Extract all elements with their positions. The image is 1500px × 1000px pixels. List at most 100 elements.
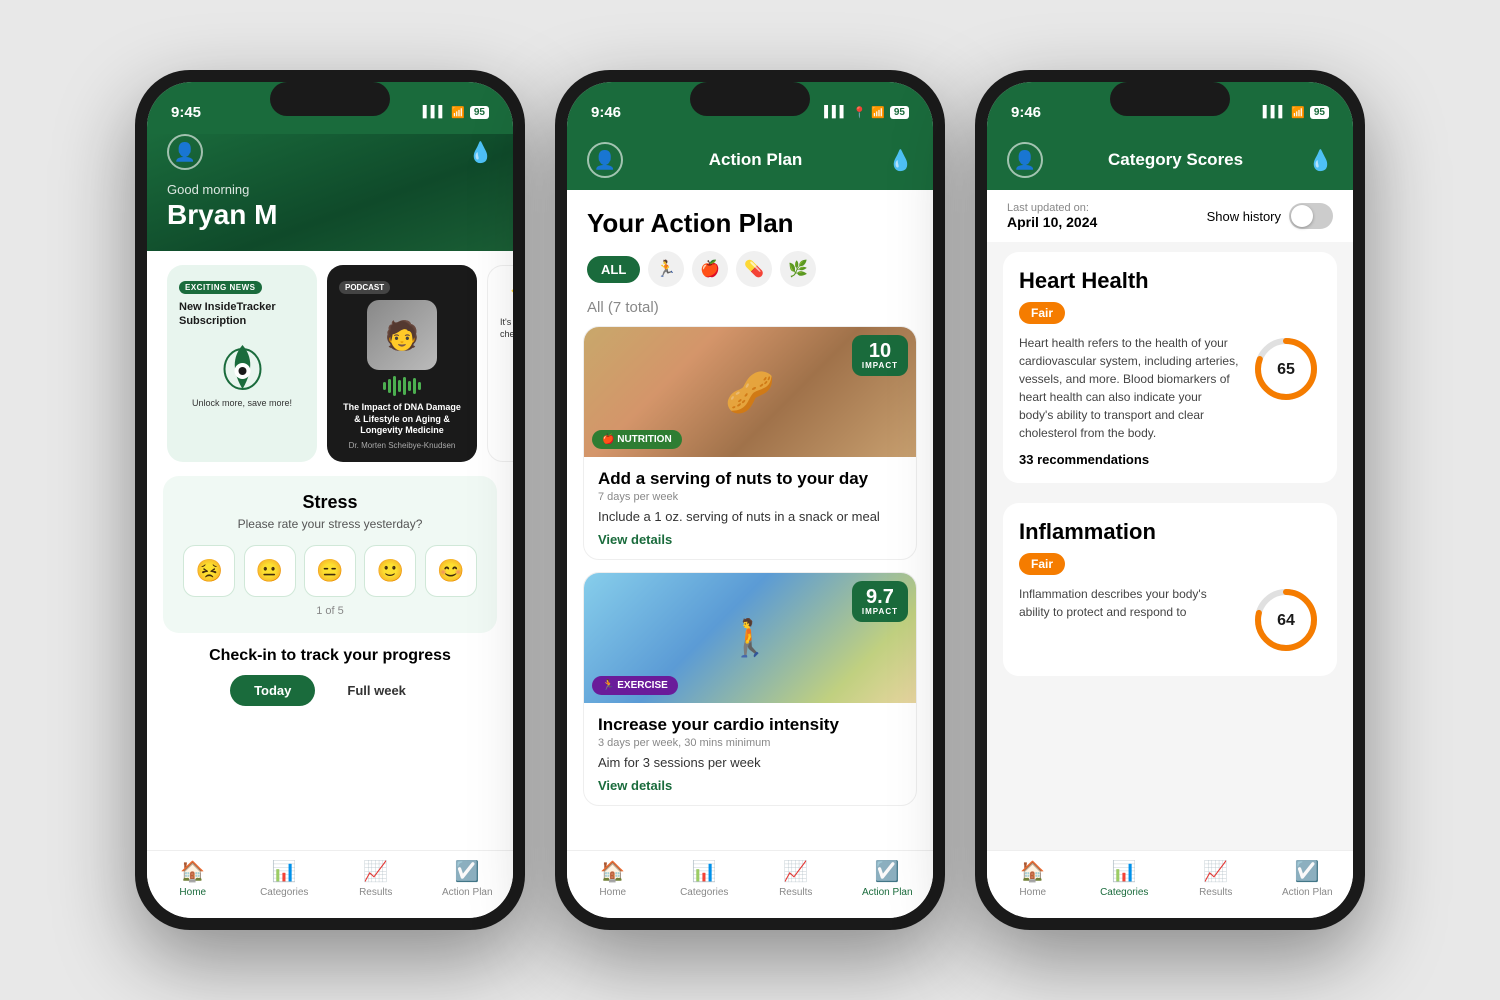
avatar-icon-2[interactable]: 👤	[587, 142, 623, 178]
inflammation-card[interactable]: Inflammation Fair Inflammation describes…	[1003, 503, 1337, 676]
nuts-impact-num: 10	[862, 341, 898, 361]
heart-health-body: Heart health refers to the health of you…	[1019, 334, 1321, 442]
checkin-tabs: Today Full week	[163, 675, 497, 706]
podcast-card[interactable]: PODCAST 🧑 The Impact of DNA Damag	[327, 265, 477, 462]
nuts-impact-label: IMPACT	[862, 361, 898, 370]
signal-icon: ▌▌▌	[423, 106, 446, 118]
filter-supplement-btn[interactable]: 💊	[736, 251, 772, 287]
nav-categories-2[interactable]: 📊 Categories	[674, 859, 734, 898]
nav-home-2[interactable]: 🏠 Home	[583, 859, 643, 898]
exercise-card-body: Increase your cardio intensity 3 days pe…	[584, 703, 916, 805]
action-nav-label-2: Action Plan	[862, 887, 913, 898]
nav-results-1[interactable]: 📈 Results	[346, 859, 406, 898]
heart-health-score-circle: 65	[1251, 334, 1321, 409]
category-scores-header: 👤 Category Scores 💧	[987, 134, 1353, 190]
action-nav-icon-2: ☑️	[875, 859, 900, 884]
status-time-1: 9:45	[171, 104, 201, 121]
history-label: Show history	[1207, 209, 1281, 224]
filter-all-btn[interactable]: ALL	[587, 256, 640, 283]
heart-health-badge: Fair	[1019, 302, 1065, 324]
nuts-card[interactable]: 🥜 10 IMPACT 🍎 NUTRITION Add a serving of…	[583, 326, 917, 560]
user-name: Bryan M	[167, 199, 493, 231]
home-nav-icon-2: 🏠	[600, 859, 625, 884]
exercise-card-title: Increase your cardio intensity	[598, 715, 902, 735]
inflammation-description: Inflammation describes your body's abili…	[1019, 585, 1239, 621]
bottom-nav-3: 🏠 Home 📊 Categories 📈 Results ☑️ Action …	[987, 850, 1353, 918]
results-nav-label-1: Results	[359, 887, 392, 898]
home-nav-label-1: Home	[179, 887, 206, 898]
filter-wellness-btn[interactable]: 🌿	[780, 251, 816, 287]
toggle-thumb	[1291, 205, 1313, 227]
checkin-today-tab[interactable]: Today	[230, 675, 315, 706]
status-time-2: 9:46	[591, 104, 621, 121]
nuts-category-badge: 🍎 NUTRITION	[592, 430, 682, 449]
results-nav-label-3: Results	[1199, 887, 1232, 898]
partial-card[interactable]: ⭐ It's nche...	[487, 265, 513, 462]
categories-nav-label-1: Categories	[260, 887, 308, 898]
nuts-impact-badge: 10 IMPACT	[852, 335, 908, 376]
phone2: 9:46 ▌▌▌ 📍 📶 95 👤 Action Plan 💧 Your Act…	[555, 70, 945, 930]
nav-action-1[interactable]: ☑️ Action Plan	[437, 859, 497, 898]
avatar-icon-3[interactable]: 👤	[1007, 142, 1043, 178]
nuts-card-title: Add a serving of nuts to your day	[598, 469, 902, 489]
drop-icon[interactable]: 💧	[468, 140, 493, 165]
nav-categories-1[interactable]: 📊 Categories	[254, 859, 314, 898]
inflammation-score-circle: 64	[1251, 585, 1321, 660]
exercise-view-details-link[interactable]: View details	[598, 778, 902, 793]
nuts-view-details-link[interactable]: View details	[598, 532, 902, 547]
wifi-icon-3: 📶	[1291, 106, 1305, 119]
inflammation-circle-svg: 64	[1251, 585, 1321, 655]
podcast-person-icon: 🧑	[385, 319, 420, 352]
nav-action-2[interactable]: ☑️ Action Plan	[857, 859, 917, 898]
filter-exercise-btn[interactable]: 🏃	[648, 251, 684, 287]
nuts-card-body: Add a serving of nuts to your day 7 days…	[584, 457, 916, 559]
nuts-card-freq: 7 days per week	[598, 491, 902, 503]
action-plan-header-title: Action Plan	[623, 150, 888, 170]
podcast-title: The Impact of DNA Damage & Lifestyle on …	[339, 402, 465, 437]
drop-icon-3[interactable]: 💧	[1308, 148, 1333, 173]
notch2	[690, 82, 810, 116]
status-icons-1: ▌▌▌ 📶 95	[423, 106, 489, 119]
status-time-3: 9:46	[1011, 104, 1041, 121]
stress-emoji-5[interactable]: 😊	[425, 545, 477, 597]
nav-categories-3[interactable]: 📊 Categories	[1094, 859, 1154, 898]
history-row: Show history	[1207, 203, 1333, 229]
nav-results-2[interactable]: 📈 Results	[766, 859, 826, 898]
action-plan-content: Your Action Plan ALL 🏃 🍎 💊 🌿 All (7 tota…	[567, 190, 933, 850]
bottom-nav-1: 🏠 Home 📊 Categories 📈 Results ☑️ Action …	[147, 850, 513, 918]
stress-emoji-2[interactable]: 😐	[244, 545, 296, 597]
home-header: 👤 💧 Good morning Bryan M	[147, 134, 513, 251]
update-label: Last updated on:	[1007, 202, 1097, 214]
battery-icon-2: 95	[890, 106, 909, 119]
drop-logo-icon	[220, 337, 265, 392]
exercise-impact-num: 9.7	[862, 587, 898, 607]
avatar-icon[interactable]: 👤	[167, 134, 203, 170]
podcast-author: Dr. Morten Scheibye-Knudsen	[339, 441, 465, 450]
nav-home-1[interactable]: 🏠 Home	[163, 859, 223, 898]
results-nav-icon-2: 📈	[783, 859, 808, 884]
exercise-card[interactable]: 🚶 9.7 IMPACT 🏃 EXERCISE Increase your ca…	[583, 572, 917, 806]
stress-emoji-4[interactable]: 🙂	[364, 545, 416, 597]
show-history-toggle[interactable]	[1289, 203, 1333, 229]
action-nav-icon-3: ☑️	[1295, 859, 1320, 884]
notch3	[1110, 82, 1230, 116]
all-count: All (7 total)	[567, 299, 933, 326]
nav-home-3[interactable]: 🏠 Home	[1003, 859, 1063, 898]
filter-nutrition-btn[interactable]: 🍎	[692, 251, 728, 287]
drop-icon-2[interactable]: 💧	[888, 148, 913, 173]
heart-health-card[interactable]: Heart Health Fair Heart health refers to…	[1003, 252, 1337, 483]
exercise-card-freq: 3 days per week, 30 mins minimum	[598, 737, 902, 749]
update-bar: Last updated on: April 10, 2024 Show his…	[987, 190, 1353, 242]
nav-action-3[interactable]: ☑️ Action Plan	[1277, 859, 1337, 898]
phone1: 9:45 ▌▌▌ 📶 95 👤 💧 Good morning Bryan M E…	[135, 70, 525, 930]
cards-row: EXCITING NEWS New InsideTracker Subscrip…	[147, 251, 513, 476]
inflammation-title: Inflammation	[1019, 519, 1321, 545]
stress-emoji-3[interactable]: 😑	[304, 545, 356, 597]
heart-health-description: Heart health refers to the health of you…	[1019, 334, 1239, 442]
stress-emoji-1[interactable]: 😣	[183, 545, 235, 597]
nav-results-3[interactable]: 📈 Results	[1186, 859, 1246, 898]
checkin-fullweek-tab[interactable]: Full week	[323, 675, 430, 706]
stress-counter: 1 of 5	[179, 605, 481, 617]
nuts-card-image: 🥜 10 IMPACT 🍎 NUTRITION	[584, 327, 916, 457]
news-card[interactable]: EXCITING NEWS New InsideTracker Subscrip…	[167, 265, 317, 462]
